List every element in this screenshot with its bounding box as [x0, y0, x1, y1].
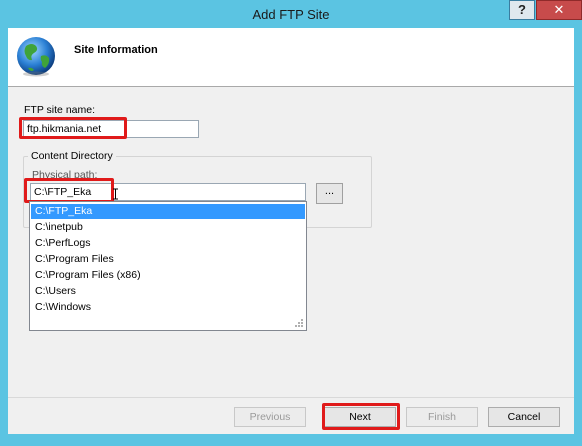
wizard-header: Site Information [8, 28, 574, 87]
list-item[interactable]: C:\Windows [31, 300, 305, 315]
autocomplete-list[interactable]: C:\FTP_Eka C:\inetpub C:\PerfLogs C:\Pro… [29, 201, 307, 331]
page-title: Site Information [74, 44, 158, 56]
site-name-label: FTP site name: [24, 104, 95, 116]
site-name-input[interactable]: ftp.hikmania.net [23, 120, 199, 138]
physical-path-input[interactable]: C:\FTP_Eka [30, 183, 306, 201]
list-item[interactable]: C:\PerfLogs [31, 236, 305, 251]
wizard-footer: Previous Next Finish Cancel [8, 397, 574, 435]
help-button[interactable]: ? [509, 0, 535, 20]
list-item[interactable]: C:\Program Files [31, 252, 305, 267]
finish-button[interactable]: Finish [406, 407, 478, 427]
add-ftp-site-dialog: Add FTP Site ? ✕ Site Information FTP si… [0, 0, 582, 446]
previous-button[interactable]: Previous [234, 407, 306, 427]
physical-path-label: Physical path: [32, 169, 98, 181]
list-item[interactable]: C:\inetpub [31, 220, 305, 235]
close-button[interactable]: ✕ [536, 0, 582, 20]
text-cursor-icon [113, 188, 118, 200]
cancel-button[interactable]: Cancel [488, 407, 560, 427]
content-directory-label: Content Directory [28, 150, 116, 162]
window-frame-bottom [0, 434, 582, 446]
list-item[interactable]: C:\FTP_Eka [31, 204, 305, 219]
window-title: Add FTP Site [252, 7, 330, 22]
resize-grip-icon[interactable] [294, 318, 304, 328]
browse-button[interactable]: ... [316, 183, 343, 204]
globe-icon [17, 37, 55, 77]
title-bar[interactable]: Add FTP Site ? ✕ [0, 0, 582, 28]
next-button[interactable]: Next [324, 407, 396, 427]
list-item[interactable]: C:\Users [31, 284, 305, 299]
list-item[interactable]: C:\Program Files (x86) [31, 268, 305, 283]
wizard-content: FTP site name: ftp.hikmania.net Content … [8, 87, 574, 397]
